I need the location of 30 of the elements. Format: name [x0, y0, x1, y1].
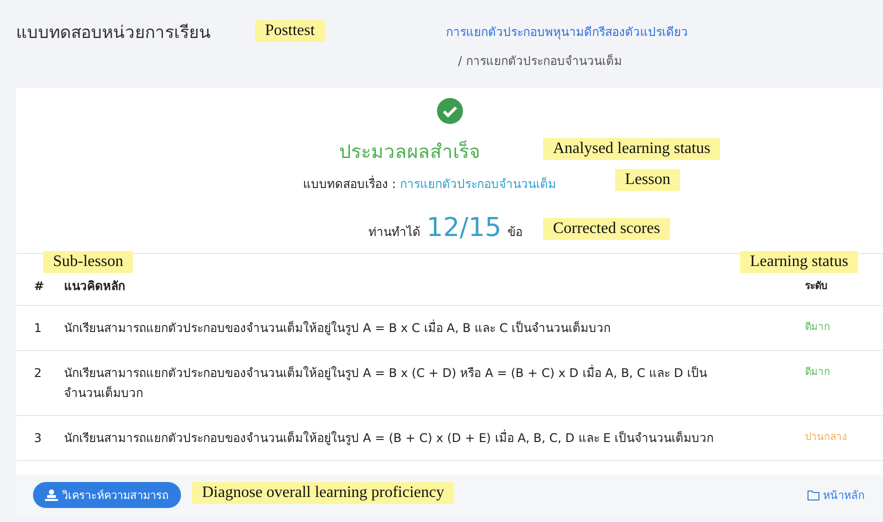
- concept-cell: นักเรียนสามารถแยกตัวประกอบของจำนวนเต็มให้อยู่ในรูป A = (B + C) x (D + E) เมื่อ A, B, C, D และ E เป็นจำนวนเต็มบวก: [56, 416, 797, 460]
- annotation-label: Learning status: [740, 251, 858, 273]
- row-number: 3: [16, 416, 56, 460]
- lesson-label: แบบทดสอบเรื่อง :: [303, 174, 396, 193]
- row-number: 1: [16, 306, 56, 350]
- annotation-label: Lesson: [615, 169, 680, 191]
- person-icon: [45, 489, 58, 501]
- annotation-label: Analysed learning status: [543, 138, 720, 160]
- rating-text: ดีมาก: [797, 306, 883, 350]
- concept-cell: นักเรียนสามารถแยกตัวประกอบของจำนวนเต็มให้อยู่ในรูป A = B x C เมื่อ A, B และ C เป็นจำนวนเต็มบวก: [56, 306, 797, 350]
- folder-icon: [807, 490, 820, 500]
- rating-text: ดีมาก: [797, 350, 883, 416]
- home-link[interactable]: หน้าหลัก: [807, 486, 865, 504]
- score-prefix: ท่านทำได้: [368, 224, 421, 241]
- page-title: แบบทดสอบหน่วยการเรียน: [16, 22, 211, 45]
- lesson-link[interactable]: การแยกตัวประกอบจำนวนเต็ม: [400, 174, 556, 193]
- score-suffix: ข้อ: [507, 224, 522, 241]
- check-icon: [436, 98, 462, 124]
- row-number: 2: [16, 350, 56, 416]
- annotation-label: Posttest: [255, 20, 325, 42]
- breadcrumb-current: / การแยกตัวประกอบจำนวนเต็ม: [458, 52, 623, 70]
- rating-text: ปานกลาง: [797, 416, 883, 460]
- status-text: ประมวลผลสำเร็จ: [339, 139, 480, 165]
- concept-cell: นักเรียนสามารถแยกตัวประกอบของจำนวนเต็มให้อยู่ในรูป A = B x (C + D) หรือ A = (B + C) x D เมื่อ A, B, C และ D เป็นจำนวนเต็มบวก: [56, 350, 797, 416]
- annotation-label: Diagnose overall learning proficiency: [192, 482, 454, 504]
- annotation-label: Sub-lesson: [43, 251, 134, 273]
- annotation-label: Corrected scores: [543, 218, 670, 240]
- breadcrumb-link[interactable]: การแยกตัวประกอบพหุนามดีกรีสองตัวแปรเดียว: [446, 22, 688, 41]
- score-value: 12/15: [426, 213, 502, 243]
- analyze-button[interactable]: วิเคราะห์ความสามารถ: [33, 482, 181, 508]
